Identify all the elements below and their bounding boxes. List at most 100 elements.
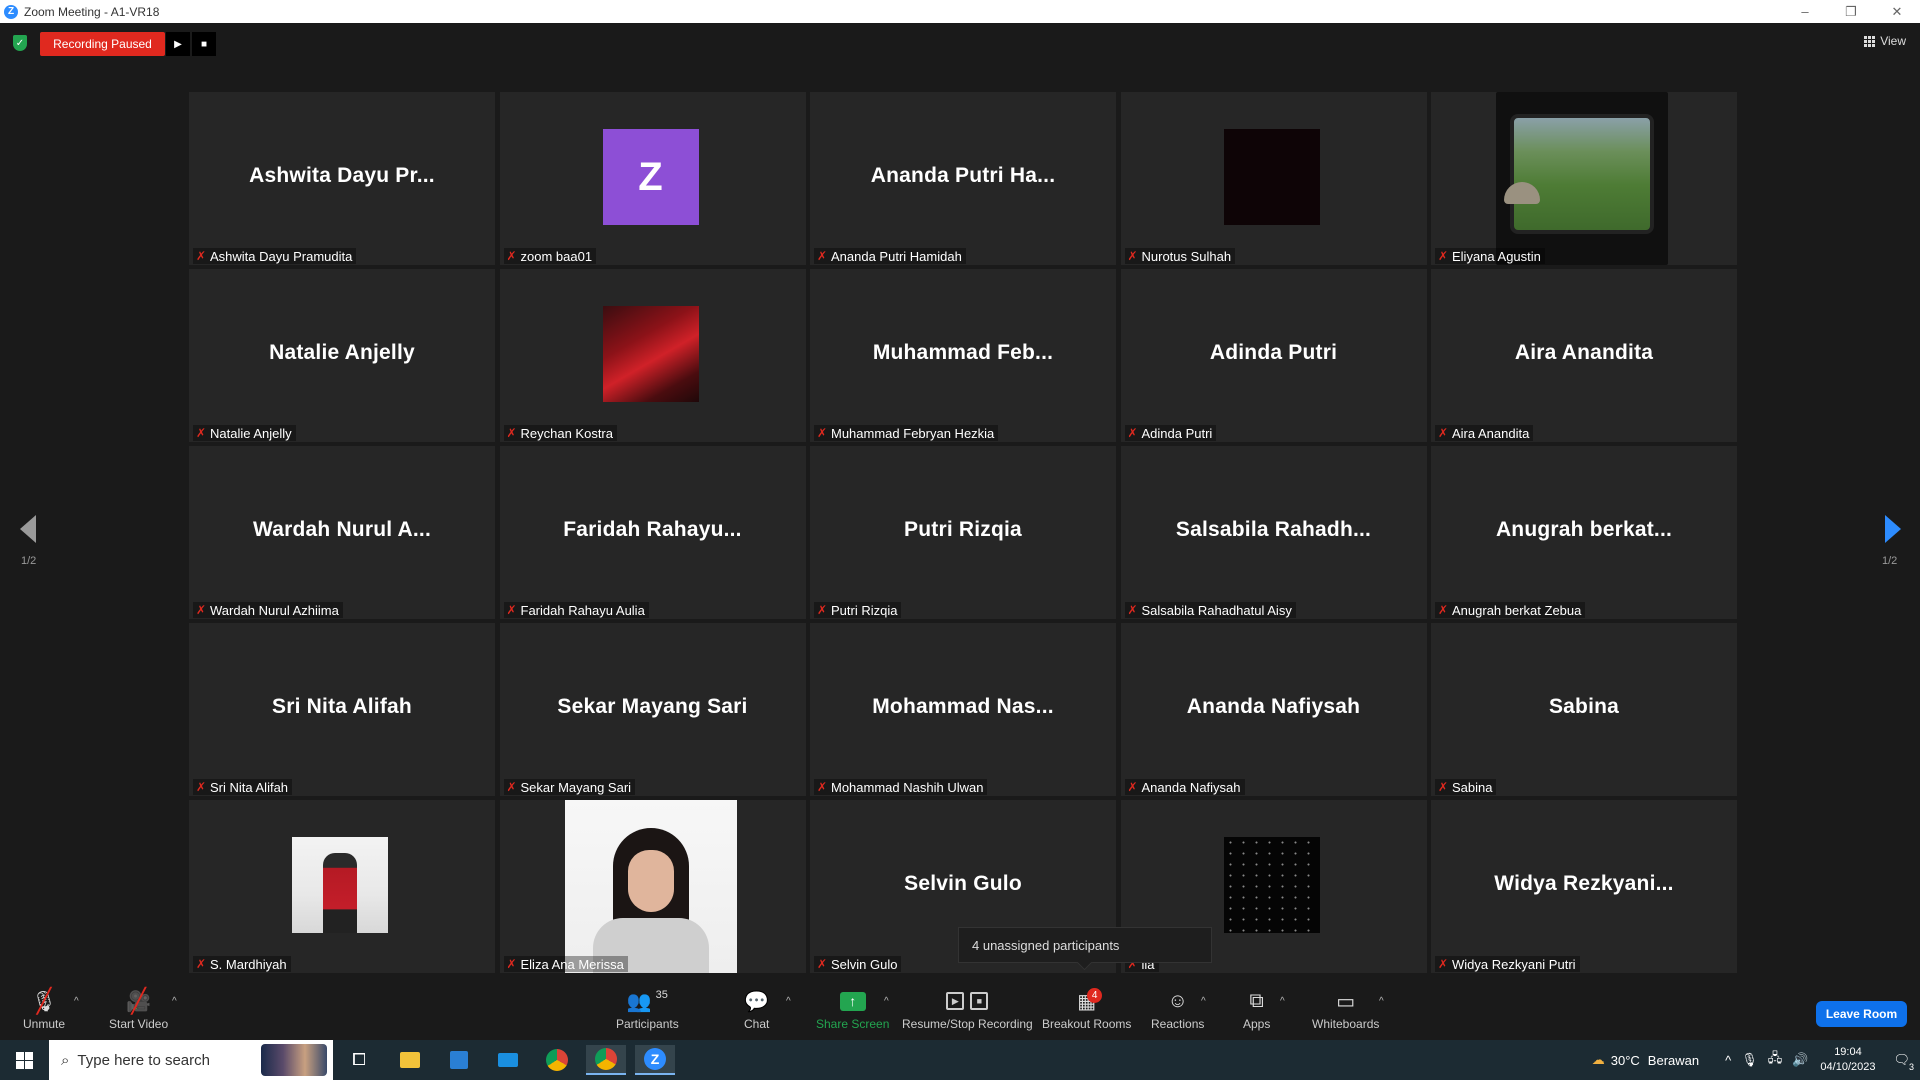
participant-tile[interactable]: Widya Rezkyani... ✗ Widya Rezkyani Putri — [1431, 800, 1737, 973]
participant-tile[interactable]: Ashwita Dayu Pr... ✗ Ashwita Dayu Pramudit… — [189, 92, 495, 265]
start-video-button[interactable]: 🎥 ╱ Start Video — [109, 987, 168, 1032]
unmute-button[interactable]: 🎙 ╱ Unmute — [23, 988, 65, 1032]
taskbar-search-box[interactable]: ⌕ Type here to search — [49, 1040, 333, 1080]
muted-mic-icon: ✗ — [816, 603, 828, 617]
chrome-profile-icon[interactable] — [586, 1045, 626, 1075]
previous-page-arrow-icon[interactable] — [20, 515, 36, 543]
restore-icon[interactable]: ❐ — [1828, 0, 1874, 23]
participant-gallery: Ashwita Dayu Pr... ✗ Ashwita Dayu Pramudit… — [189, 92, 1737, 973]
reactions-smiley-icon: ☺ — [1167, 989, 1188, 1012]
notifications-icon[interactable]: 🗨 3 — [1893, 1052, 1914, 1072]
minimize-icon[interactable]: – — [1782, 0, 1828, 23]
apps-button[interactable]: ⧉ Apps — [1243, 988, 1270, 1032]
task-view-icon[interactable]: ⧠ — [339, 1045, 379, 1075]
participant-display-name: Mohammad Nas... — [872, 695, 1054, 718]
audio-options-chevron-icon[interactable]: ^ — [74, 996, 79, 1007]
participant-name: Anugrah berkat Zebua — [1452, 602, 1582, 618]
microphone-icon[interactable]: 🎙 — [1741, 1052, 1758, 1068]
person-face — [627, 850, 674, 912]
participant-name-label: ✗ Mohammad Nashih Ulwan — [814, 779, 988, 795]
leave-room-button[interactable]: Leave Room — [1816, 1001, 1907, 1027]
muted-mic-icon: ✗ — [1437, 603, 1449, 617]
share-options-chevron-icon[interactable]: ^ — [884, 996, 889, 1007]
resume-recording-icon[interactable]: ▶ — [166, 32, 190, 56]
participants-button[interactable]: 👥 35 Participants — [616, 988, 679, 1031]
participant-tile[interactable]: Anugrah berkat... ✗ Anugrah berkat Zebua — [1431, 446, 1737, 619]
participant-tile[interactable]: ✗ Eliyana Agustin — [1431, 92, 1737, 265]
participant-name-label: ✗ Selvin Gulo — [814, 956, 902, 972]
close-icon[interactable]: ✕ — [1874, 0, 1920, 23]
participant-display-name: Adinda Putri — [1209, 341, 1338, 364]
file-explorer-icon[interactable] — [390, 1045, 430, 1075]
resume-stop-recording-button[interactable]: ▶ ■ Resume/Stop Recording — [902, 988, 1033, 1031]
chat-options-chevron-icon[interactable]: ^ — [786, 996, 791, 1007]
chat-button[interactable]: 💬 Chat — [744, 988, 770, 1032]
chat-bubble-icon: 💬 — [744, 990, 770, 1013]
next-page-arrow-icon[interactable] — [1885, 515, 1901, 543]
apps-icon: ⧉ — [1249, 989, 1264, 1012]
participant-tile[interactable]: Sekar Mayang Sari ✗ Sekar Mayang Sari — [499, 623, 806, 796]
share-screen-label: Share Screen — [816, 1017, 890, 1031]
participant-display-name: Putri Rizqia — [904, 518, 1022, 541]
participant-tile[interactable]: ✗ Nurotus Sulhah — [1120, 92, 1427, 265]
participant-name: Aira Anandita — [1452, 425, 1530, 441]
participant-name: Ashwita Dayu Pramudita — [210, 248, 353, 264]
view-button[interactable]: View — [1864, 34, 1906, 48]
chrome-icon[interactable] — [537, 1045, 577, 1075]
recording-status-badge: Recording Paused — [40, 32, 165, 56]
participant-name-label: ✗ Natalie Anjelly — [193, 425, 296, 441]
participant-tile[interactable]: ✗ Reychan Kostra — [499, 269, 806, 442]
participant-tile[interactable]: Faridah Rahayu... ✗ Faridah Rahayu Aulia — [499, 446, 806, 619]
participant-name-label: ✗ Faridah Rahayu Aulia — [503, 602, 649, 618]
participant-name-label: ✗ Aira Anandita — [1435, 425, 1534, 441]
participant-tile[interactable]: Natalie Anjelly ✗ Natalie Anjelly — [189, 269, 495, 442]
mail-icon[interactable] — [488, 1045, 528, 1075]
participants-label: Participants — [616, 1017, 679, 1031]
breakout-rooms-button[interactable]: ▦ 4 Breakout Rooms — [1042, 988, 1131, 1031]
security-shield-icon[interactable]: ✓ — [13, 35, 27, 51]
reactions-options-chevron-icon[interactable]: ^ — [1201, 996, 1206, 1007]
participant-tile[interactable]: Aira Anandita ✗ Aira Anandita — [1431, 269, 1737, 442]
participant-tile[interactable]: Adinda Putri ✗ Adinda Putri — [1120, 269, 1427, 442]
participant-tile[interactable]: Ananda Nafiysah ✗ Ananda Nafiysah — [1120, 623, 1427, 796]
video-options-chevron-icon[interactable]: ^ — [172, 996, 177, 1007]
participant-name: Muhammad Febryan Hezkia — [831, 425, 995, 441]
participant-tile[interactable]: Putri Rizqia ✗ Putri Rizqia — [810, 446, 1116, 619]
muted-mic-icon: ✗ — [1127, 780, 1138, 794]
volume-icon[interactable]: 🔊 — [1792, 1052, 1808, 1068]
participant-tile[interactable]: Wardah Nurul A... ✗ Wardah Nurul Azhiima — [189, 446, 495, 619]
whiteboards-options-chevron-icon[interactable]: ^ — [1379, 996, 1384, 1007]
whiteboards-button[interactable]: ▭ Whiteboards — [1312, 988, 1379, 1032]
muted-mic-icon: ✗ — [506, 426, 517, 440]
video-off-icon: 🎥 ╱ — [126, 987, 152, 1015]
taskbar-clock[interactable]: 19:04 04/10/2023 — [1820, 1045, 1875, 1075]
participant-tile[interactable]: Z ✗ zoom baa01 — [499, 92, 806, 265]
participant-tile[interactable]: Muhammad Feb... ✗ Muhammad Febryan Hezkia — [810, 269, 1116, 442]
participant-tile[interactable]: Ananda Putri Ha... ✗ Ananda Putri Hamidah — [810, 92, 1116, 265]
network-icon[interactable]: 🖧 — [1768, 1049, 1783, 1071]
apps-options-chevron-icon[interactable]: ^ — [1280, 996, 1285, 1007]
reactions-button[interactable]: ☺ Reactions — [1151, 988, 1204, 1032]
participant-tile[interactable]: Salsabila Rahadh... ✗ Salsabila Rahadhatul… — [1120, 446, 1427, 619]
participant-tile[interactable]: ✗ Eliza Ana Merissa — [499, 800, 806, 973]
stop-recording-icon[interactable]: ■ — [192, 32, 216, 56]
weather-desc[interactable]: Berawan — [1648, 1053, 1699, 1068]
microsoft-store-icon[interactable] — [439, 1045, 479, 1075]
weather-temp[interactable]: 30°C — [1611, 1053, 1640, 1068]
muted-mic-icon: ✗ — [1127, 603, 1138, 617]
participant-tile[interactable]: ✗ S. Mardhiyah — [189, 800, 495, 973]
windows-start-icon[interactable] — [0, 1040, 48, 1080]
participant-name: Sri Nita Alifah — [210, 779, 289, 795]
system-tray: ☁ 30°C Berawan ^ 🎙 🖧 🔊 19:04 04/10/2023 … — [1592, 1040, 1920, 1080]
participant-tile[interactable]: Mohammad Nas... ✗ Mohammad Nashih Ulwan — [810, 623, 1116, 796]
participant-display-name: Sekar Mayang Sari — [557, 695, 748, 718]
participant-display-name: Widya Rezkyani... — [1494, 872, 1674, 895]
participant-name-label: ✗ Anugrah berkat Zebua — [1435, 602, 1586, 618]
share-screen-button[interactable]: ↑ Share Screen — [816, 988, 889, 1031]
participant-tile[interactable]: Sabina ✗ Sabina — [1431, 623, 1737, 796]
participant-display-name: Salsabila Rahadh... — [1175, 518, 1372, 541]
show-hidden-icons-chevron-icon[interactable]: ^ — [1725, 1053, 1731, 1068]
muted-mic-icon: ✗ — [506, 780, 517, 794]
participant-tile[interactable]: Sri Nita Alifah ✗ Sri Nita Alifah — [189, 623, 495, 796]
zoom-app-icon[interactable]: Z — [635, 1045, 675, 1075]
